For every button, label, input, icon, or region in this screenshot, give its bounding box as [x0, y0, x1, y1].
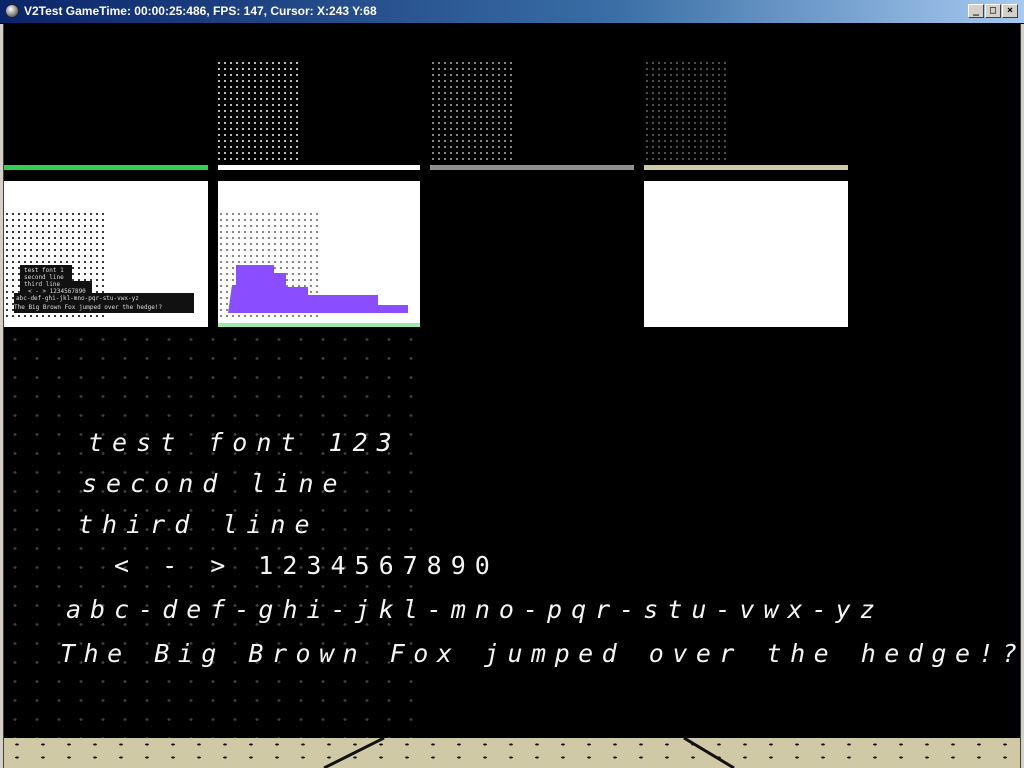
floor-plane [4, 738, 1020, 768]
dot-grid-sprite-dim [644, 60, 728, 164]
dot-grid-sprite-grey [430, 60, 516, 164]
close-button[interactable]: × [1002, 4, 1018, 18]
thumbnail-text-line4: < - > 1234567890 [28, 288, 86, 295]
render-viewport[interactable]: test font 1 second line third line < - >… [4, 24, 1020, 768]
thumbnail-panel-black-text: test font 1 second line third line < - >… [4, 181, 208, 327]
white-strip [218, 165, 420, 170]
window-title: V2Test GameTime: 00:00:25:486, FPS: 147,… [24, 4, 377, 18]
purple-blocky-shape [228, 265, 408, 313]
thumbnail-panel-blank [644, 181, 848, 327]
beige-strip [644, 165, 848, 170]
thumbnail-text-line6: The Big Brown Fox jumped over the hedge!… [14, 304, 163, 311]
minimize-button[interactable]: _ [968, 4, 984, 18]
font-line-2: second line [82, 469, 347, 498]
thumbnail-panel-purple-shape [218, 181, 420, 327]
font-line-3: third line [78, 510, 319, 539]
grey-strip [430, 165, 634, 170]
thumbnail-text-line1: test font 1 [24, 267, 64, 274]
floor-diagonal-lines [323, 738, 735, 768]
title-bar: V2Test GameTime: 00:00:25:486, FPS: 147,… [0, 0, 1024, 24]
thumbnail-text-line2: second line [24, 274, 64, 281]
font-line-5: abc-def-ghi-jkl-mno-pqr-stu-vwx-yz [66, 595, 884, 624]
dot-grid-sprite-light [216, 60, 302, 164]
green-edge [218, 323, 420, 327]
app-icon[interactable] [5, 4, 19, 18]
font-line-4: < - > 1234567890 [114, 551, 499, 580]
thumbnail-text-line5: abc-def-ghi-jkl-mno-pqr-stu-vwx-yz [16, 295, 139, 302]
maximize-button[interactable]: □ [985, 4, 1001, 18]
font-line-1: test font 123 [88, 428, 401, 457]
background-speckle-pattern [4, 330, 424, 750]
window-frame-right [1020, 24, 1024, 768]
font-line-6: The Big Brown Fox jumped over the hedge!… [60, 639, 1020, 668]
green-strip [4, 165, 208, 170]
thumbnail-text-line3: third line [24, 281, 61, 288]
